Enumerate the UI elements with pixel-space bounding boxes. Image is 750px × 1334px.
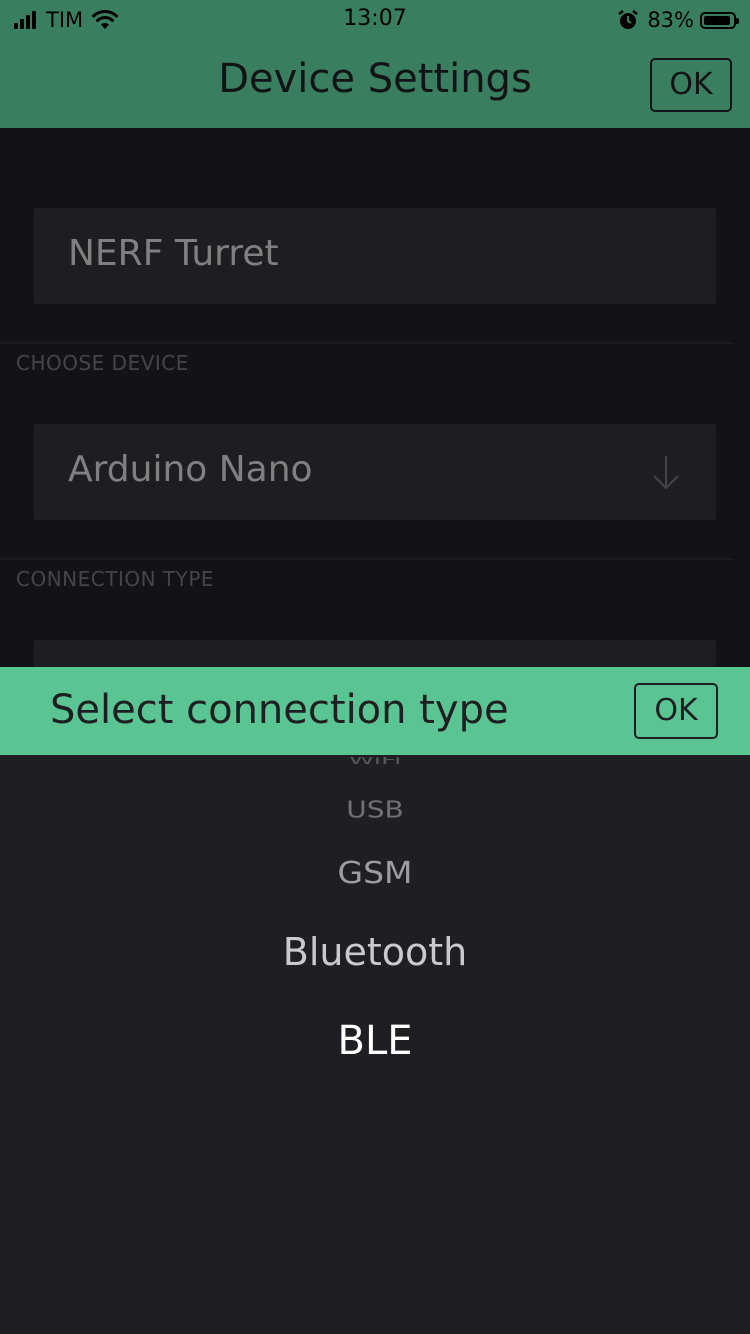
picker-header: Select connection type OK — [0, 667, 750, 755]
picker-title: Select connection type — [50, 687, 509, 733]
picker-option[interactable]: Bluetooth — [0, 930, 750, 974]
picker-ok-button[interactable]: OK — [634, 683, 718, 739]
picker-wheel[interactable]: WiFi USB GSM Bluetooth BLE — [0, 755, 750, 1334]
picker-option[interactable]: GSM — [0, 855, 750, 891]
picker-option-selected[interactable]: BLE — [0, 1018, 750, 1064]
picker-option[interactable]: USB — [0, 796, 750, 823]
picker-option[interactable]: WiFi — [0, 757, 750, 765]
